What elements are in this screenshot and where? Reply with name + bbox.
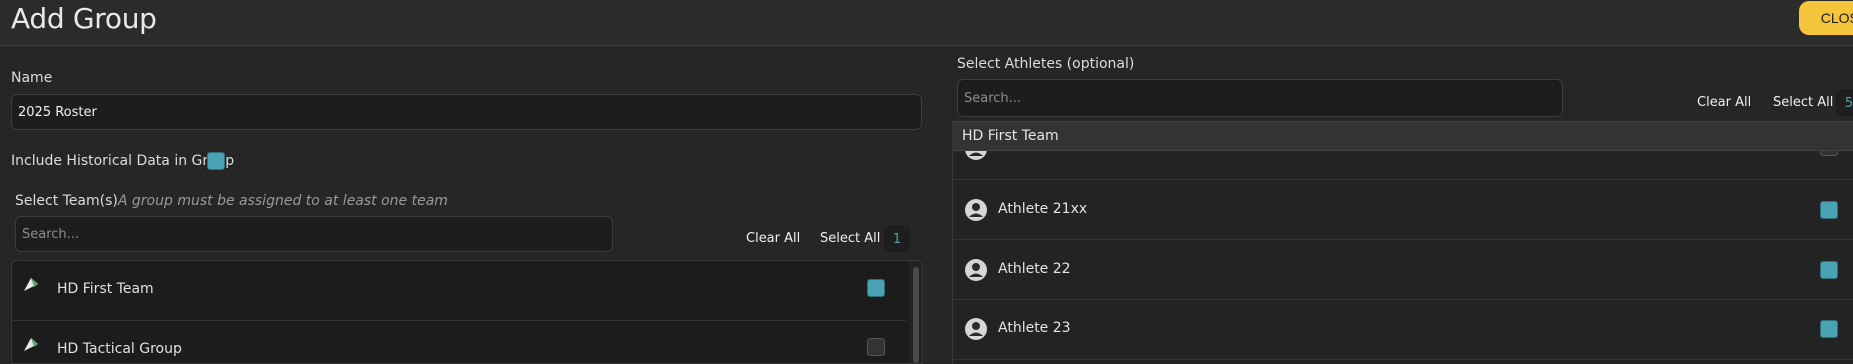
team-logo-icon [24,338,38,351]
page-title: Add Group [11,2,157,35]
athlete-name: Athlete 23 [998,320,1071,336]
teams-search-input[interactable]: Search... [15,216,613,252]
athletes-search-input[interactable]: Search... [957,79,1563,117]
team-logo-icon [24,278,38,291]
teams-hint: A group must be assigned to at least one… [117,193,448,209]
teams-label: Select Team(s)A group must be assigned t… [15,193,448,209]
avatar-icon [965,259,987,281]
athlete-checkbox[interactable] [1820,201,1838,219]
teams-count-badge: 1 [884,226,910,252]
athlete-checkbox[interactable] [1820,320,1838,338]
avatar-icon [965,318,987,340]
athletes-count-badge: 5 [1836,90,1853,116]
team-name: HD First Team [57,281,154,297]
list-item[interactable]: Athlete 23 [952,300,1853,360]
avatar-icon [965,199,987,221]
teams-select-all-button[interactable]: Select All [820,231,880,246]
teams-list: HD First Team HD Tactical Group [11,260,923,364]
teams-search-placeholder: Search... [22,226,80,242]
team-name: HD Tactical Group [57,341,182,357]
group-header-label: HD First Team [962,128,1059,144]
historical-label: Include Historical Data in Group [11,153,235,169]
list-item[interactable]: Athlete 21xx [952,180,1853,240]
teams-scrollbar-thumb[interactable] [913,267,919,363]
teams-clear-all-button[interactable]: Clear All [746,231,800,246]
list-item[interactable]: Athlete 22 [952,240,1853,300]
name-input[interactable]: 2025 Roster [11,94,922,130]
athlete-name: Athlete 22 [998,261,1071,277]
name-label: Name [11,70,53,86]
teams-scrollbar[interactable] [909,261,922,363]
athlete-checkbox[interactable] [1820,261,1838,279]
teams-label-text: Select Team(s) [15,193,118,209]
team-checkbox[interactable] [867,279,885,297]
athletes-search-placeholder: Search... [964,90,1022,106]
athletes-select-all-button[interactable]: Select All [1773,95,1833,110]
athletes-group-header: HD First Team [952,121,1853,151]
athletes-label: Select Athletes (optional) [957,56,1135,72]
athletes-clear-all-button[interactable]: Clear All [1697,95,1751,110]
add-group-dialog: Add Group CLOSE Name 2025 Roster Include… [0,0,1853,364]
athlete-name: Athlete 21xx [998,201,1088,217]
team-checkbox[interactable] [867,338,885,356]
list-item[interactable]: HD First Team [12,261,906,321]
historical-checkbox[interactable] [207,152,225,170]
dialog-header: Add Group CLOSE [0,0,1853,46]
close-button[interactable]: CLOSE [1799,1,1853,35]
name-input-value: 2025 Roster [18,104,97,120]
list-item[interactable]: HD Tactical Group [12,321,906,363]
